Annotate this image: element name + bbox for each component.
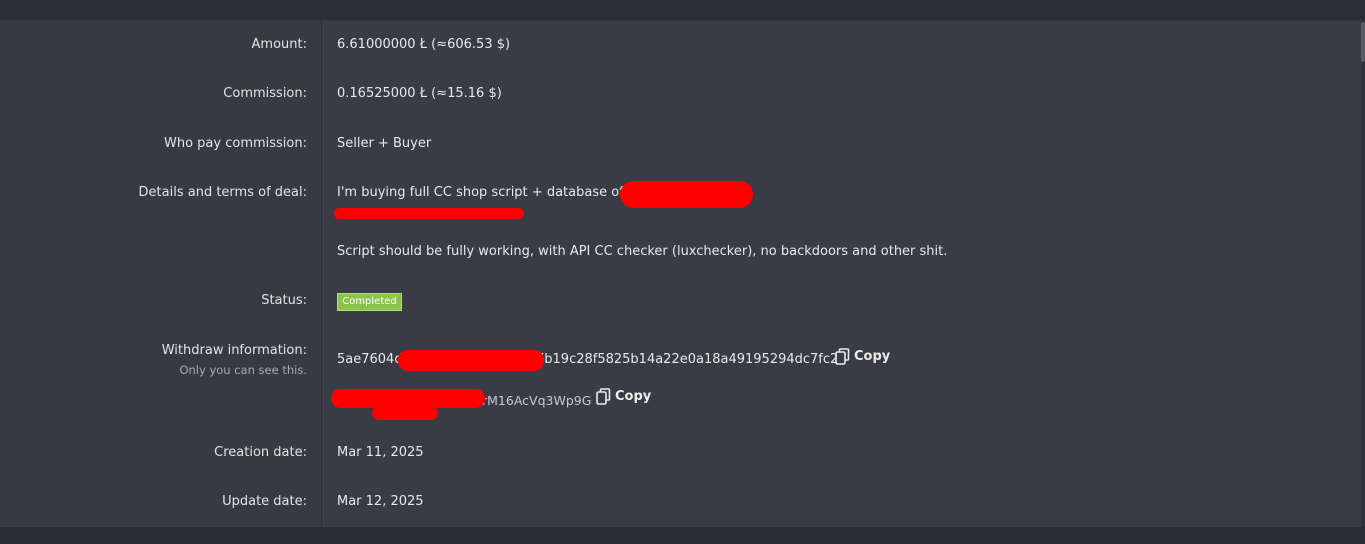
creation-date-value: Mar 11, 2025 <box>337 445 424 460</box>
withdraw-address-suffix: rM16AcVq3Wp9G <box>482 393 592 408</box>
commission-value: 0.16525000 Ł (≈15.16 $) <box>337 86 502 101</box>
details-line-2: Script should be fully working, with API… <box>337 244 948 259</box>
redaction-mark <box>372 406 438 420</box>
status-badge: Completed <box>337 293 402 311</box>
redaction-mark <box>334 208 524 219</box>
amount-value: 6.61000000 Ł (≈606.53 $) <box>337 37 511 52</box>
update-date-label: Update date: <box>222 494 307 509</box>
who-pays-label: Who pay commission: <box>164 136 307 151</box>
redaction-mark <box>620 181 753 208</box>
amount-label: Amount: <box>251 37 307 52</box>
withdraw-label: Withdraw information: <box>161 343 307 358</box>
redaction-mark <box>398 350 544 371</box>
withdraw-hash-suffix: 7b19c28f5825b14a22e0a18a49195294dc7fc2 <box>536 352 839 367</box>
who-pays-value: Seller + Buyer <box>337 136 432 151</box>
deal-details-panel <box>0 21 1363 527</box>
top-bar <box>0 0 1365 21</box>
copy-hash-button[interactable]: Copy <box>835 348 890 365</box>
scrollbar-thumb[interactable] <box>1361 22 1365 62</box>
details-label: Details and terms of deal: <box>138 185 307 200</box>
copy-icon <box>835 348 850 365</box>
copy-label: Copy <box>615 389 652 404</box>
scrollbar-track[interactable] <box>1361 21 1365 527</box>
update-date-value: Mar 12, 2025 <box>337 494 424 509</box>
copy-icon <box>596 388 611 405</box>
copy-label: Copy <box>854 349 891 364</box>
copy-address-button[interactable]: Copy <box>596 388 651 405</box>
commission-label: Commission: <box>223 86 307 101</box>
withdraw-note: Only you can see this. <box>179 363 307 377</box>
creation-date-label: Creation date: <box>214 445 307 460</box>
status-label: Status: <box>261 293 307 308</box>
bottom-bar <box>0 527 1365 544</box>
details-line-1: I'm buying full CC shop script + databas… <box>337 185 637 200</box>
